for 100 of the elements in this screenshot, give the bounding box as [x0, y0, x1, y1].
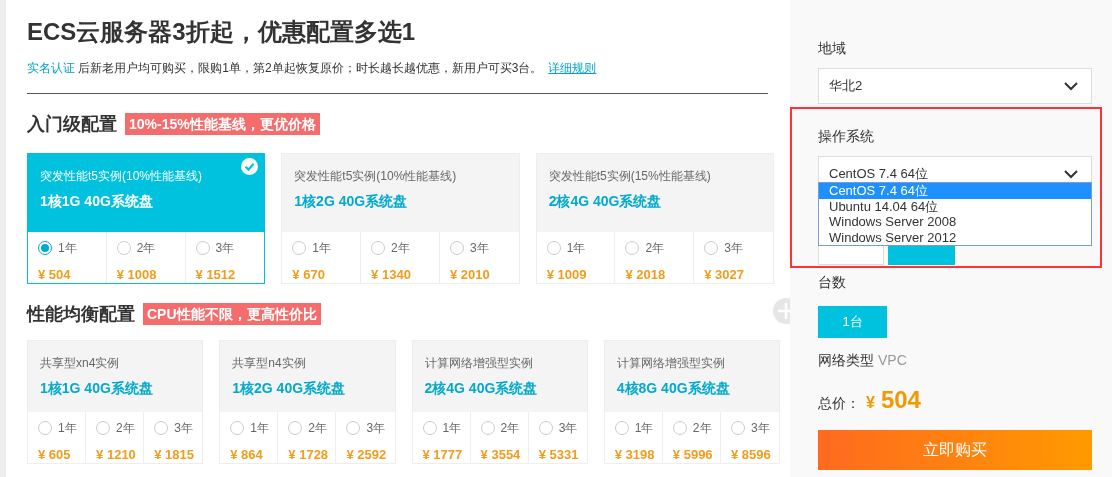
price: ¥ 504: [38, 267, 72, 283]
dropdown-option[interactable]: Windows Server 2008: [819, 214, 1091, 230]
chevron-down-icon: [1063, 81, 1079, 91]
network-value: VPC: [878, 351, 907, 370]
total-label: 总价：: [818, 395, 860, 413]
price: ¥ 3198: [614, 447, 656, 463]
instance-type: 共享型n4实例: [232, 355, 307, 371]
section-title: 入门级配置: [27, 113, 117, 136]
radio-button[interactable]: [96, 421, 111, 435]
radio-button[interactable]: [230, 421, 245, 435]
instance-type: 共享型xn4实例: [40, 355, 121, 371]
plan-spec: 1核1G 40G系统盘: [40, 192, 154, 210]
price: ¥ 1777: [422, 447, 464, 463]
radio-button[interactable]: [38, 241, 52, 255]
region-select[interactable]: 华北2: [818, 68, 1092, 104]
term-label: 3年: [469, 239, 489, 257]
term-label: 3年: [750, 419, 770, 437]
price: ¥ 670: [292, 267, 326, 283]
price: ¥ 1210: [96, 447, 137, 463]
section-title: 性能均衡配置: [27, 303, 135, 326]
plan-card[interactable]: 共享型n4实例 1核2G 40G系统盘 1年 ¥ 864 2年 ¥ 1728 3年 ¥ 2592: [219, 340, 396, 464]
chevron-down-icon: [1063, 169, 1079, 179]
radio-button[interactable]: [422, 421, 437, 435]
instance-type: 计算网络增强型实例: [424, 355, 534, 371]
instance-type: 突发性能t5实例(10%性能基线): [40, 168, 204, 184]
plan-spec: 2核4G 40G系统盘: [424, 379, 539, 397]
price: ¥ 605: [38, 447, 72, 463]
price: ¥ 1512: [195, 267, 237, 283]
dropdown-option[interactable]: CentOS 7.4 64位: [819, 183, 1091, 199]
plan-card[interactable]: 计算网络增强型实例 4核8G 40G系统盘 1年 ¥ 3198 2年 ¥ 5996 3年 ¥ 8596: [603, 340, 780, 464]
price: ¥ 864: [230, 447, 264, 463]
price: ¥ 5996: [672, 447, 714, 463]
radio-button[interactable]: [480, 421, 495, 435]
radio-button[interactable]: [116, 241, 131, 255]
term-label: 2年: [136, 239, 156, 257]
radio-button[interactable]: [154, 421, 169, 435]
price: ¥ 5331: [538, 447, 580, 463]
term-label: 2年: [116, 419, 135, 437]
radio-button[interactable]: [625, 241, 640, 255]
radio-button[interactable]: [195, 241, 210, 255]
page-title: ECS云服务器3折起，优惠配置多选1: [27, 17, 417, 47]
radio-button[interactable]: [38, 421, 52, 435]
term-label: 1年: [566, 239, 586, 257]
plan-card[interactable]: 突发性能t5实例(10%性能基线) 1核2G 40G系统盘 1年 ¥ 670 2年 ¥ 1340 3年 ¥ 2010: [281, 153, 520, 284]
term-label: 3年: [558, 419, 578, 437]
promo-tag: CPU性能不限，更高性价比: [143, 303, 321, 325]
plan-spec: 1核2G 40G系统盘: [232, 379, 347, 397]
plan-spec: 2核4G 40G系统盘: [548, 192, 663, 210]
plan-card[interactable]: 突发性能t5实例(10%性能基线) 1核1G 40G系统盘 1年 ¥ 504 2年 ¥ 1008 3年 ¥ 1512: [27, 153, 266, 284]
term-label: 1年: [312, 239, 331, 257]
network-label: 网络类型: [818, 351, 874, 370]
term-label: 3年: [174, 419, 193, 437]
price: ¥ 8596: [730, 447, 772, 463]
dropdown-option[interactable]: Windows Server 2012: [819, 229, 1091, 245]
check-icon: [241, 158, 259, 175]
dropdown-option[interactable]: Ubuntu 14.04 64位: [819, 198, 1091, 214]
term-label: 1年: [58, 419, 77, 437]
term-label: 3年: [724, 239, 743, 257]
instance-type: 计算网络增强型实例: [616, 355, 726, 371]
price: ¥ 1340: [371, 267, 412, 283]
term-label: 2年: [500, 419, 520, 437]
radio-button[interactable]: [614, 421, 629, 435]
promo-tag: 10%-15%性能基线，更优价格: [125, 113, 320, 135]
price: ¥ 1815: [154, 447, 195, 463]
radio-button[interactable]: [449, 241, 464, 255]
plan-card[interactable]: 计算网络增强型实例 2核4G 40G系统盘 1年 ¥ 1777 2年 ¥ 3554 3年 ¥ 5331: [411, 340, 588, 464]
plan-card[interactable]: 共享型xn4实例 1核1G 40G系统盘 1年 ¥ 605 2年 ¥ 1210 3年 ¥ 1815: [27, 340, 204, 464]
term-label: 1年: [442, 419, 462, 437]
instance-type: 突发性能t5实例(15%性能基线): [548, 168, 712, 184]
price: ¥ 1728: [288, 447, 330, 463]
plan-spec: 1核1G 40G系统盘: [40, 379, 154, 397]
plan-spec: 4核8G 40G系统盘: [616, 379, 731, 397]
term-label: 3年: [215, 239, 235, 257]
radio-button[interactable]: [292, 241, 307, 255]
currency-symbol: ¥: [866, 394, 875, 412]
price: ¥ 1009: [546, 267, 588, 283]
radio-button[interactable]: [672, 421, 687, 435]
radio-button[interactable]: [704, 241, 719, 255]
radio-button[interactable]: [288, 421, 303, 435]
price: ¥ 3554: [480, 447, 522, 463]
notice-text: 后新老用户均可购买，限购1单，第2单起恢复原价；时长越长越优惠，新用户可买3台。: [77, 61, 543, 75]
term-label: 2年: [391, 239, 410, 257]
radio-button[interactable]: [346, 421, 361, 435]
term-label: 2年: [645, 239, 665, 257]
term-label: 2年: [308, 419, 327, 437]
price: ¥ 1008: [116, 267, 158, 283]
price: ¥ 2010: [449, 267, 491, 283]
radio-button[interactable]: [546, 241, 561, 255]
count-label: 台数: [818, 273, 847, 292]
instance-type: 突发性能t5实例(10%性能基线): [294, 168, 458, 184]
price: ¥ 2018: [625, 267, 667, 283]
term-label: 1年: [58, 239, 77, 257]
plan-spec: 1核2G 40G系统盘: [294, 192, 409, 210]
plan-card[interactable]: 突发性能t5实例(15%性能基线) 2核4G 40G系统盘 1年 ¥ 1009 2年 ¥ 2018 3年 ¥ 3027: [535, 153, 774, 284]
radio-button[interactable]: [371, 241, 386, 255]
radio-button[interactable]: [730, 421, 745, 435]
region-label: 地域: [818, 39, 847, 58]
radio-button[interactable]: [538, 421, 553, 435]
price: ¥ 3027: [704, 267, 745, 283]
os-label: 操作系统: [818, 127, 875, 146]
